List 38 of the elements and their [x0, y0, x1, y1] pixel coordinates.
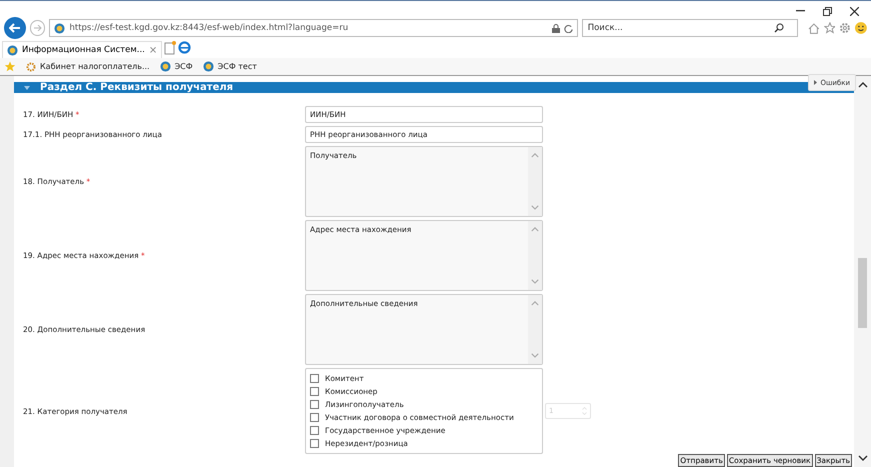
favorites-star-icon[interactable]: [4, 61, 16, 72]
new-tab-icon[interactable]: [164, 41, 176, 55]
checkbox[interactable]: [310, 426, 319, 435]
home-icon[interactable]: [808, 22, 820, 34]
close-icon[interactable]: [850, 6, 859, 16]
browser-tab[interactable]: Информационная Систем... ×: [2, 41, 162, 58]
checkbox[interactable]: [310, 413, 319, 422]
favorite-link[interactable]: Кабинет налогоплатель...: [26, 62, 150, 72]
restore-icon[interactable]: [823, 6, 832, 16]
gear-icon: [26, 62, 36, 72]
site-icon: [54, 22, 66, 34]
back-button[interactable]: [4, 17, 26, 39]
search-icon[interactable]: [774, 23, 784, 33]
checkbox[interactable]: [310, 387, 319, 396]
checkbox[interactable]: [310, 374, 319, 383]
search-field[interactable]: Поиск...: [582, 19, 798, 37]
refresh-icon[interactable]: [564, 24, 573, 32]
scrollbar[interactable]: [854, 76, 871, 467]
close-tab-icon[interactable]: ×: [148, 44, 158, 56]
site-icon: [7, 44, 18, 56]
browser-logo-icon[interactable]: [178, 41, 192, 54]
caret-icon: [814, 80, 818, 85]
checkbox[interactable]: [310, 439, 319, 448]
back-arrow-icon: [8, 23, 21, 33]
site-icon: [202, 61, 214, 72]
scrollbar-thumb[interactable]: [858, 258, 867, 328]
address-bar[interactable]: https://esf-test.kgd.gov.kz:8443/esf-web/index.html?language=ru: [49, 19, 578, 37]
site-icon: [160, 61, 171, 72]
lock-icon: [552, 24, 560, 32]
smiley-icon[interactable]: [855, 22, 868, 34]
star-icon[interactable]: [824, 22, 836, 34]
favorite-link[interactable]: ЭСФ: [160, 61, 193, 72]
checkbox[interactable]: [310, 400, 319, 409]
scroll-down-icon[interactable]: [858, 455, 868, 461]
forward-arrow-icon: [34, 25, 42, 31]
favorite-link[interactable]: ЭСФ тест: [202, 61, 257, 72]
scroll-up-icon[interactable]: [858, 82, 868, 88]
minimize-icon[interactable]: [796, 10, 805, 12]
